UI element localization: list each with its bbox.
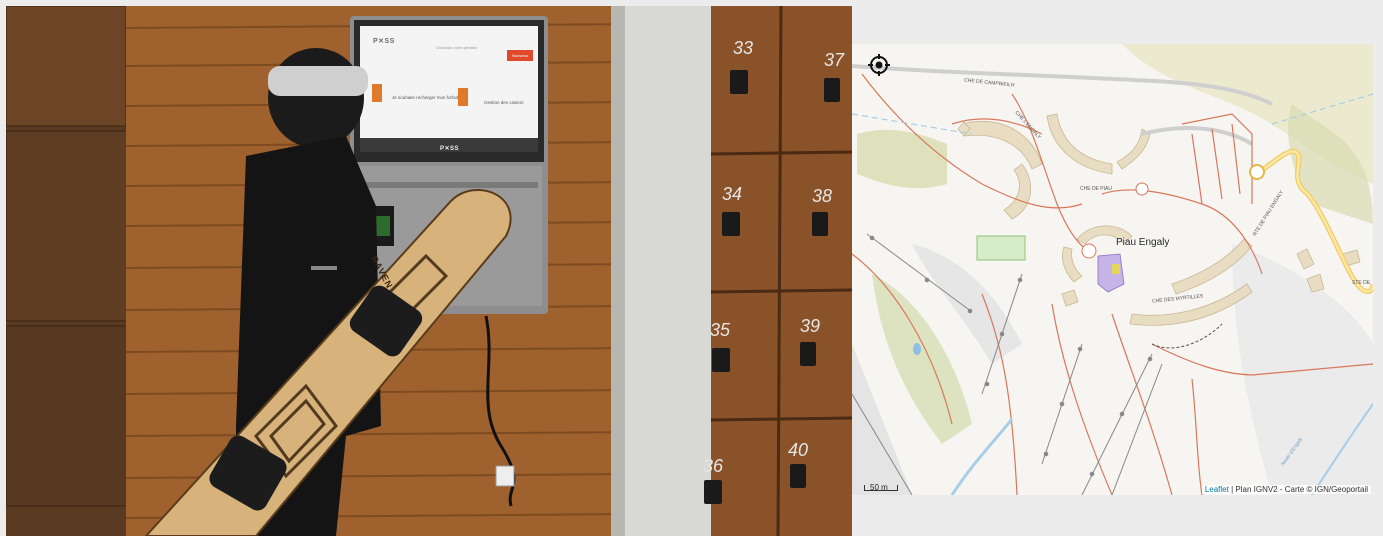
leaflet-link[interactable]: Leaflet <box>1205 485 1229 494</box>
map-view[interactable]: Piau Engaly CHE DE CAMPBIEILH CHE L'ENGA… <box>852 44 1373 495</box>
kiosk-option-recharge: Je souhaite recharger mon forfait <box>392 95 459 100</box>
locker-number: 40 <box>788 440 809 460</box>
screenshot-root: P✕SS Choisissez votre opération Nouveau … <box>0 0 1383 536</box>
map-attribution: Leaflet | Plan IGNV2 - Carte © IGN/Geopo… <box>1201 485 1371 494</box>
kiosk-subtitle: Choisissez votre opération <box>436 46 478 50</box>
helmet <box>268 48 364 148</box>
place-name-label: Piau Engaly <box>1116 237 1170 248</box>
photo-illustration <box>6 6 852 536</box>
attribution-text: | Plan IGNV2 - Carte © IGN/Geoportail <box>1228 485 1368 494</box>
kiosk-top-button: Nouveau <box>507 50 533 61</box>
locker-number: 39 <box>800 316 821 336</box>
purple-building <box>1097 253 1125 293</box>
locker-number: 38 <box>812 186 833 206</box>
locate-icon[interactable] <box>868 54 890 76</box>
sports-field <box>976 235 1026 261</box>
street-label: STE DE <box>1352 280 1371 286</box>
kiosk-option-casier: Gestion des casiers <box>484 100 524 105</box>
locker-kiosk-photo: P✕SS Choisissez votre opération Nouveau … <box>6 6 852 536</box>
locker-number: 33 <box>733 38 754 58</box>
map-scale-label: 50 m <box>870 483 888 492</box>
locker-number: 34 <box>722 184 743 204</box>
locker-number: 36 <box>703 456 724 476</box>
map-tiles <box>852 44 1373 495</box>
kiosk-footer-logo: P✕SS <box>440 146 460 152</box>
locker-number: 37 <box>824 50 845 70</box>
locker-number: 35 <box>710 320 731 340</box>
street-label: CHE DE PIAU <box>1080 186 1112 192</box>
kiosk-logo: P✕SS <box>373 38 395 45</box>
